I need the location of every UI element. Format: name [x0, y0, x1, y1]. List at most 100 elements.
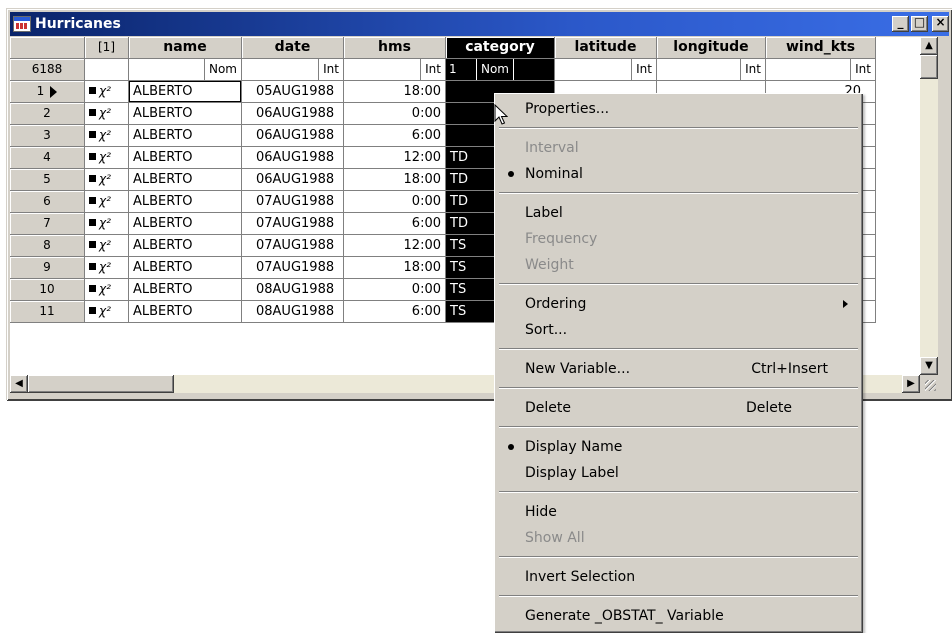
cell-hms[interactable]: 12:00: [344, 235, 446, 257]
cell-date[interactable]: 05AUG1988: [242, 81, 344, 103]
row-marker[interactable]: χ²: [85, 213, 129, 235]
obs-number[interactable]: 3: [10, 125, 85, 147]
row-marker[interactable]: χ²: [85, 279, 129, 301]
cell-hms[interactable]: 6:00: [344, 213, 446, 235]
cell-date[interactable]: 06AUG1988: [242, 147, 344, 169]
measure-hms[interactable]: Int: [344, 59, 446, 81]
menu-item-invert-selection[interactable]: Invert Selection: [497, 564, 860, 590]
cell-name[interactable]: ALBERTO: [129, 213, 242, 235]
measure-date[interactable]: Int: [242, 59, 344, 81]
column-header-wind-kts[interactable]: wind_kts: [766, 37, 876, 59]
obs-number[interactable]: 6: [10, 191, 85, 213]
measure-latitude[interactable]: Int: [555, 59, 657, 81]
cell-name[interactable]: ALBERTO: [129, 147, 242, 169]
obs-number[interactable]: 11: [10, 301, 85, 323]
obs-number[interactable]: 7: [10, 213, 85, 235]
menu-item-generate-obstat[interactable]: Generate _OBSTAT_ Variable: [497, 603, 860, 629]
column-header-hms[interactable]: hms: [344, 37, 446, 59]
row-marker[interactable]: χ²: [85, 125, 129, 147]
selection-column-header[interactable]: [1]: [85, 37, 129, 59]
cell-date[interactable]: 06AUG1988: [242, 125, 344, 147]
vertical-scrollbar[interactable]: ▲ ▼: [920, 37, 938, 375]
scroll-down-button[interactable]: ▼: [920, 357, 938, 375]
cell-date[interactable]: 07AUG1988: [242, 257, 344, 279]
column-header-category[interactable]: category: [446, 37, 555, 59]
cell-name[interactable]: ALBERTO: [129, 279, 242, 301]
menu-item-nominal[interactable]: Nominal: [497, 161, 860, 187]
row-marker[interactable]: χ²: [85, 191, 129, 213]
menu-item-label-role[interactable]: Label: [497, 200, 860, 226]
scroll-left-button[interactable]: ◀: [10, 375, 28, 393]
column-header-longitude[interactable]: longitude: [657, 37, 766, 59]
measure-wind-kts[interactable]: Int: [766, 59, 876, 81]
cell-hms[interactable]: 0:00: [344, 191, 446, 213]
measure-label: Int: [850, 59, 875, 80]
cell-name[interactable]: ALBERTO: [129, 103, 242, 125]
close-button[interactable]: ×: [932, 16, 949, 32]
row-marker[interactable]: χ²: [85, 169, 129, 191]
obs-number[interactable]: 9: [10, 257, 85, 279]
menu-item-display-label[interactable]: Display Label: [497, 460, 860, 486]
cell-hms[interactable]: 0:00: [344, 103, 446, 125]
cell-hms[interactable]: 18:00: [344, 169, 446, 191]
cell-hms[interactable]: 12:00: [344, 147, 446, 169]
cell-date[interactable]: 08AUG1988: [242, 279, 344, 301]
measure-category[interactable]: 1 Nom: [446, 59, 555, 81]
row-marker[interactable]: χ²: [85, 147, 129, 169]
cell-name[interactable]: ALBERTO: [129, 125, 242, 147]
corner-header[interactable]: [10, 37, 85, 59]
cell-date[interactable]: 06AUG1988: [242, 169, 344, 191]
cell-name[interactable]: ALBERTO: [129, 235, 242, 257]
column-header-latitude[interactable]: latitude: [555, 37, 657, 59]
cell-name[interactable]: ALBERTO: [129, 169, 242, 191]
minimize-button[interactable]: _: [892, 16, 909, 32]
column-header-name[interactable]: name: [129, 37, 242, 59]
square-marker-icon: [89, 197, 96, 204]
obs-number[interactable]: 1: [10, 81, 85, 103]
title-bar[interactable]: Hurricanes _ □ ×: [10, 12, 949, 36]
row-marker[interactable]: χ²: [85, 235, 129, 257]
cell-name[interactable]: ALBERTO: [129, 191, 242, 213]
cell-hms[interactable]: 18:00: [344, 81, 446, 103]
row-marker[interactable]: χ²: [85, 81, 129, 103]
cell-hms[interactable]: 18:00: [344, 257, 446, 279]
row-marker[interactable]: χ²: [85, 301, 129, 323]
row-marker[interactable]: χ²: [85, 257, 129, 279]
cell-date[interactable]: 07AUG1988: [242, 235, 344, 257]
obs-number[interactable]: 5: [10, 169, 85, 191]
menu-item-display-name[interactable]: Display Name: [497, 434, 860, 460]
resize-grip-icon[interactable]: [920, 375, 938, 393]
menu-item-ordering[interactable]: Ordering: [497, 291, 860, 317]
row-marker[interactable]: χ²: [85, 103, 129, 125]
cell-name[interactable]: ALBERTO: [129, 257, 242, 279]
menu-item-new-variable[interactable]: New Variable... Ctrl+Insert: [497, 356, 860, 382]
menu-item-hide[interactable]: Hide: [497, 499, 860, 525]
menu-item-sort[interactable]: Sort...: [497, 317, 860, 343]
cell-hms[interactable]: 6:00: [344, 125, 446, 147]
cell-name[interactable]: ALBERTO: [129, 81, 242, 103]
cell-hms[interactable]: 0:00: [344, 279, 446, 301]
scroll-up-button[interactable]: ▲: [920, 37, 938, 55]
cell-date[interactable]: 07AUG1988: [242, 213, 344, 235]
cell-date[interactable]: 06AUG1988: [242, 103, 344, 125]
obs-number[interactable]: 4: [10, 147, 85, 169]
obs-number[interactable]: 10: [10, 279, 85, 301]
menu-separator: [499, 556, 858, 558]
current-row-icon: [50, 85, 58, 98]
cell-name[interactable]: ALBERTO: [129, 301, 242, 323]
measure-longitude[interactable]: Int: [657, 59, 766, 81]
menu-item-properties[interactable]: Properties...: [497, 96, 860, 122]
obs-number[interactable]: 2: [10, 103, 85, 125]
horizontal-scroll-thumb[interactable]: [28, 375, 174, 393]
column-header-row: [1] name date hms category latitude long…: [10, 37, 876, 59]
cell-date[interactable]: 07AUG1988: [242, 191, 344, 213]
scroll-right-button[interactable]: ▶: [902, 375, 920, 393]
maximize-button[interactable]: □: [911, 16, 928, 32]
measure-name[interactable]: Nom: [129, 59, 242, 81]
cell-date[interactable]: 08AUG1988: [242, 301, 344, 323]
column-header-date[interactable]: date: [242, 37, 344, 59]
menu-item-delete[interactable]: Delete Delete: [497, 395, 860, 421]
obs-number[interactable]: 8: [10, 235, 85, 257]
vertical-scroll-thumb[interactable]: [920, 55, 938, 79]
cell-hms[interactable]: 6:00: [344, 301, 446, 323]
